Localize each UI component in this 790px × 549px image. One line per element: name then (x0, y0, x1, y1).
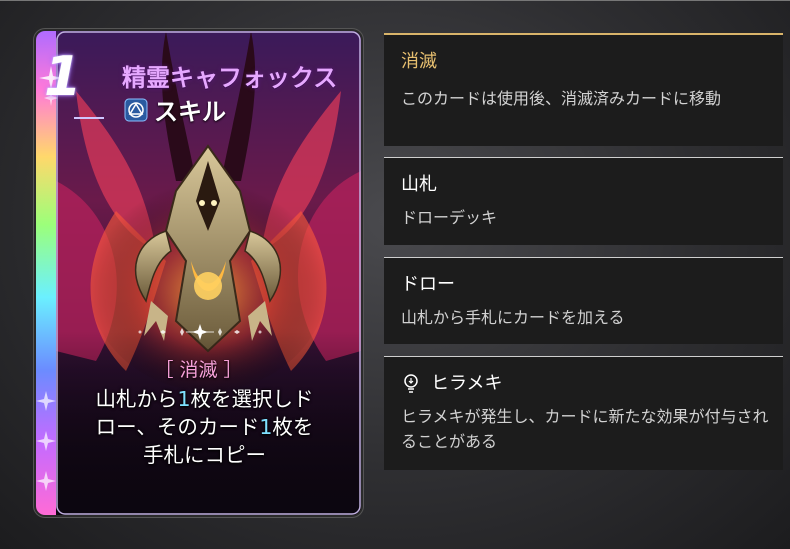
tooltip-title: ヒラメキ (431, 373, 503, 394)
tooltip-title: 消滅 (401, 51, 437, 72)
card-cost: 1 (44, 45, 82, 108)
tooltip-deck: 山札 ドローデッキ (384, 157, 783, 245)
card-type-row: スキル (124, 92, 226, 127)
tooltip-title-row: ヒラメキ (401, 372, 783, 396)
card-desc-line-3: 手札にコピー (143, 443, 266, 467)
skill-triangle-icon (124, 98, 148, 121)
sparkle-divider (138, 324, 262, 340)
card-type: スキル (154, 98, 226, 126)
tooltip-desc: このカードは使用後、消滅済みカードに移動 (401, 89, 722, 108)
top-border (0, 0, 790, 1)
tooltip-title: ドロー (401, 274, 455, 295)
card-description: 山札から1枚を選択しド ロー、そのカード1枚を 手札にコピー (62, 385, 347, 469)
lightbulb-icon (404, 374, 418, 393)
tooltip-title: 山札 (401, 174, 437, 195)
cost-underline (74, 117, 104, 119)
card-desc-line-2: ロー、そのカード1枚を (95, 415, 314, 439)
card-name: 精霊キャフォックス (122, 64, 338, 92)
tooltip-inspiration: ヒラメキ ヒラメキが発生し、カードに新たな効果が付与されることがある (384, 356, 783, 470)
tooltip-exhaust: 消滅 このカードは使用後、消滅済みカードに移動 (384, 33, 783, 146)
tooltip-desc: ドローデッキ (401, 208, 498, 227)
tooltip-desc: 山札から手札にカードを加える (401, 308, 625, 327)
tooltip-desc: ヒラメキが発生し、カードに新たな効果が付与されることがある (401, 407, 769, 451)
side-sparkle-decoration (36, 391, 56, 491)
card-desc-line-1: 山札から1枚を選択しド (95, 387, 314, 411)
card-keyword: ［ 消滅 ］ (154, 359, 243, 381)
tooltip-draw: ドロー 山札から手札にカードを加える (384, 257, 783, 344)
